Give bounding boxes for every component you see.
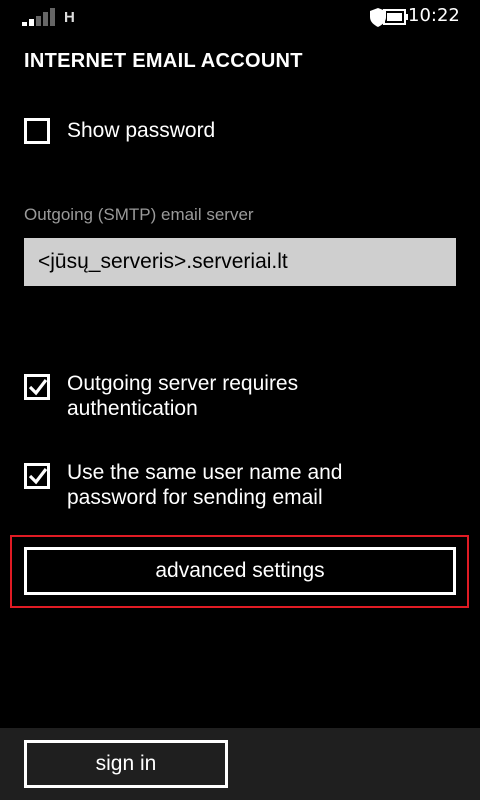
- same-credentials-label-line2: password for sending email: [67, 486, 323, 509]
- show-password-label: Show password: [67, 119, 216, 142]
- same-credentials-option[interactable]: Use the same user name and password for …: [24, 460, 464, 510]
- auth-required-checkbox[interactable]: [24, 374, 50, 400]
- smtp-server-label: Outgoing (SMTP) email server: [24, 205, 254, 224]
- auth-required-label: Outgoing server requires authentication: [67, 371, 298, 421]
- network-type-indicator: H: [64, 9, 75, 26]
- show-password-option[interactable]: Show password: [24, 118, 464, 144]
- auth-required-label-line2: authentication: [67, 397, 198, 420]
- status-bar: H 10:22: [0, 0, 480, 34]
- checkmark-icon: [28, 468, 48, 485]
- smtp-server-input[interactable]: [24, 238, 456, 286]
- battery-icon: [383, 9, 408, 25]
- checkmark-icon: [28, 379, 48, 396]
- sign-in-button[interactable]: sign in: [24, 740, 228, 788]
- show-password-checkbox[interactable]: [24, 118, 50, 144]
- app-bar: sign in: [0, 728, 480, 800]
- auth-required-label-line1: Outgoing server requires: [67, 372, 299, 395]
- same-credentials-label-line1: Use the same user name and: [67, 461, 343, 484]
- status-time: 10:22: [408, 5, 460, 26]
- same-credentials-checkbox[interactable]: [24, 463, 50, 489]
- signal-strength-icon: [22, 8, 55, 26]
- page-title: INTERNET EMAIL ACCOUNT: [24, 50, 303, 72]
- advanced-settings-button[interactable]: advanced settings: [24, 547, 456, 595]
- same-credentials-label: Use the same user name and password for …: [67, 460, 342, 510]
- auth-required-option[interactable]: Outgoing server requires authentication: [24, 371, 464, 421]
